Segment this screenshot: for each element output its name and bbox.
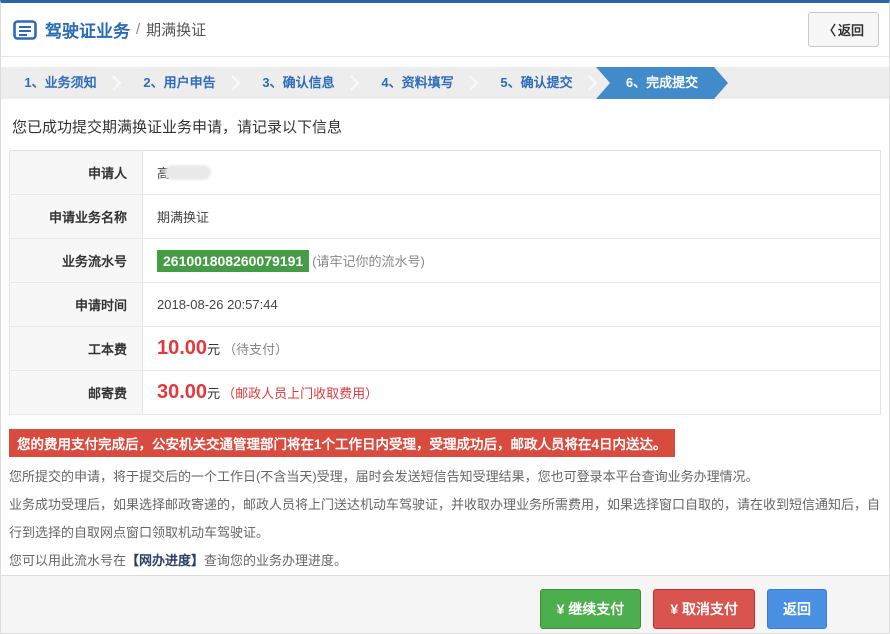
row-value: 261001808260079191(请牢记你的流水号) xyxy=(143,239,881,283)
form-list-icon xyxy=(13,20,37,40)
breadcrumb-current: 期满换证 xyxy=(146,19,206,40)
fee-amount: 10.00 xyxy=(157,337,207,359)
table-row-apply-time: 申请时间 2018-08-26 20:57:44 xyxy=(10,283,881,327)
progress-note: 您可以用此流水号在【网办进度】查询您的业务办理进度。 xyxy=(9,547,881,575)
page: 驾驶证业务 / 期满换证 〈返回 1、业务须知 2、用户申告 3、确认信息 4、… xyxy=(0,0,890,634)
table-row-applicant: 申请人 高 xyxy=(10,151,881,195)
breadcrumb-separator: / xyxy=(136,21,140,38)
row-label: 申请时间 xyxy=(10,283,143,327)
continue-payment-button[interactable]: ¥ 继续支付 xyxy=(540,589,642,629)
serial-number-note: (请牢记你的流水号) xyxy=(312,254,425,269)
fee-unit: 元 xyxy=(207,386,220,401)
paragraph-processing: 您所提交的申请，将于提交后的一个工作日(不含当天)受理，届时会发送短信告知受理结… xyxy=(9,463,881,491)
step-5-confirm-submit: 5、确认提交 xyxy=(477,67,596,99)
fee-amount: 30.00 xyxy=(157,381,207,403)
payment-alert-banner: 您的费用支付完成后，公安机关交通管理部门将在1个工作日内受理，受理成功后，邮政人… xyxy=(9,429,675,457)
row-label: 申请人 xyxy=(10,151,143,195)
row-value: 高 xyxy=(143,151,881,195)
application-info-table: 申请人 高 申请业务名称 期满换证 业务流水号 2610018082600791… xyxy=(9,150,881,415)
table-row-business-name: 申请业务名称 期满换证 xyxy=(10,195,881,239)
step-1-business-notice: 1、业务须知 xyxy=(1,67,120,99)
header: 驾驶证业务 / 期满换证 〈返回 xyxy=(1,3,889,57)
alert-wrap: 您的费用支付完成后，公安机关交通管理部门将在1个工作日内受理，受理成功后，邮政人… xyxy=(9,429,881,457)
row-value: 30.00元（邮政人员上门收取费用） xyxy=(143,371,881,415)
footer-action-bar: ¥ 继续支付 ¥ 取消支付 返回 xyxy=(1,575,889,634)
step-3-confirm-info: 3、确认信息 xyxy=(239,67,358,99)
row-label: 业务流水号 xyxy=(10,239,143,283)
row-value: 10.00元（待支付） xyxy=(143,327,881,371)
progress-note-highlight: 【网办进度】 xyxy=(126,553,204,568)
return-button[interactable]: 返回 xyxy=(767,589,827,629)
fee-unit: 元 xyxy=(207,342,220,357)
step-4-fill-data: 4、资料填写 xyxy=(358,67,477,99)
row-value: 2018-08-26 20:57:44 xyxy=(143,283,881,327)
row-label: 申请业务名称 xyxy=(10,195,143,239)
fee-note: （邮政人员上门收取费用） xyxy=(222,386,378,401)
info-paragraphs: 您所提交的申请，将于提交后的一个工作日(不含当天)受理，届时会发送短信告知受理结… xyxy=(9,463,881,575)
success-message: 您已成功提交期满换证业务申请，请记录以下信息 xyxy=(1,99,889,150)
step-2-user-declaration: 2、用户申告 xyxy=(120,67,239,99)
progress-note-prefix: 您可以用此流水号在 xyxy=(9,553,126,568)
paragraph-delivery: 业务成功受理后，如果选择邮政寄递的，邮政人员将上门送达机动车驾驶证，并收取办理业… xyxy=(9,491,881,547)
step-wizard: 1、业务须知 2、用户申告 3、确认信息 4、资料填写 5、确认提交 6、完成提… xyxy=(1,67,889,99)
row-label: 邮寄费 xyxy=(10,371,143,415)
table-row-production-fee: 工本费 10.00元（待支付） xyxy=(10,327,881,371)
chevron-left-icon: 〈 xyxy=(823,23,836,38)
table-row-postage-fee: 邮寄费 30.00元（邮政人员上门收取费用） xyxy=(10,371,881,415)
progress-note-suffix: 查询您的业务办理进度。 xyxy=(204,553,347,568)
back-button[interactable]: 〈返回 xyxy=(808,12,879,47)
back-button-label: 返回 xyxy=(838,23,864,38)
page-title: 驾驶证业务 xyxy=(45,17,130,42)
step-6-complete-submit: 6、完成提交 xyxy=(596,67,728,99)
fee-note: （待支付） xyxy=(223,342,288,357)
redaction-blur xyxy=(165,165,211,180)
table-row-serial-number: 业务流水号 261001808260079191(请牢记你的流水号) xyxy=(10,239,881,283)
serial-number-badge: 261001808260079191 xyxy=(157,250,309,272)
row-value: 期满换证 xyxy=(143,195,881,239)
row-label: 工本费 xyxy=(10,327,143,371)
cancel-payment-button[interactable]: ¥ 取消支付 xyxy=(653,589,755,629)
